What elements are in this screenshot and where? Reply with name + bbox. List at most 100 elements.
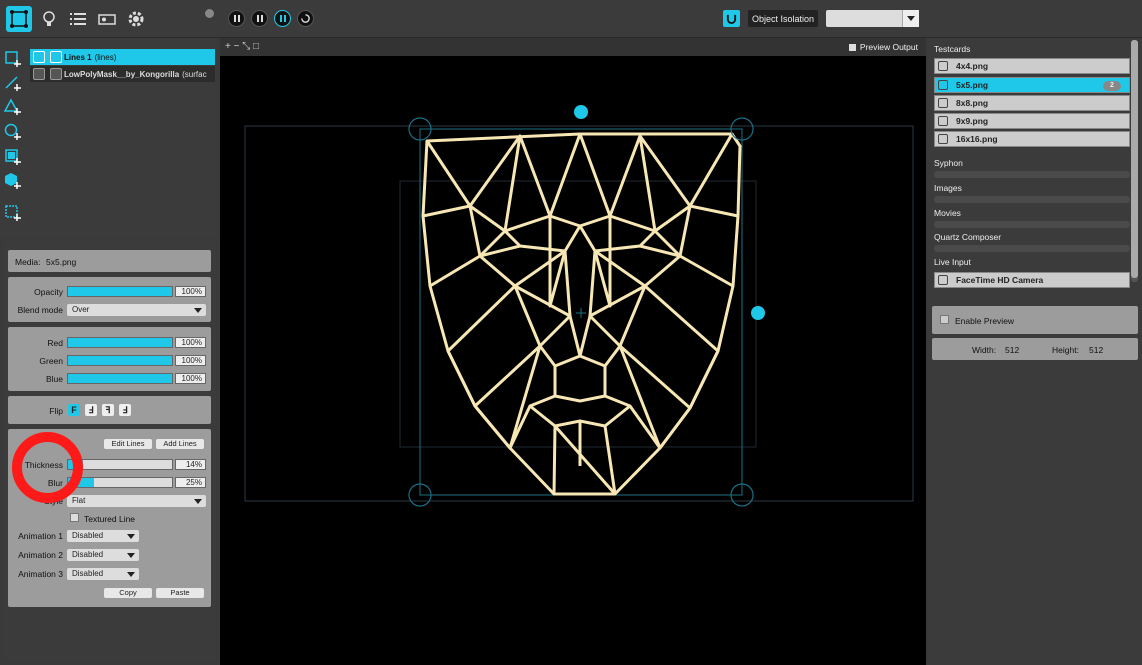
scrollbar[interactable] (1131, 40, 1138, 282)
enable-preview-checkbox[interactable] (940, 315, 949, 324)
layer-row[interactable]: LowPolyMask__by_Kongorilla (surfac (30, 66, 215, 82)
top-toolbar: Object Isolation (0, 0, 1142, 38)
testcard-item[interactable]: 16x16.png (934, 131, 1130, 147)
move-handle-icon (574, 105, 588, 119)
lightbulb-icon[interactable] (36, 6, 62, 32)
magnet-icon[interactable] (723, 10, 740, 27)
list-icon[interactable] (65, 6, 91, 32)
blur-slider[interactable] (67, 477, 173, 488)
add-mesh-icon[interactable] (4, 148, 22, 166)
rewind-button[interactable] (297, 10, 314, 27)
gear-icon[interactable] (123, 6, 149, 32)
pause-button-1[interactable] (228, 10, 245, 27)
object-select[interactable] (826, 10, 919, 27)
lock-icon[interactable] (50, 68, 62, 80)
scrollbar-thumb[interactable] (1131, 40, 1138, 278)
add-line-icon[interactable] (4, 74, 22, 92)
highlight-circle (12, 432, 83, 503)
add-lines-button[interactable]: Add Lines (156, 439, 204, 449)
red-label: Red (47, 338, 63, 348)
pause-button-active[interactable] (274, 10, 291, 27)
layer-row[interactable]: Lines 1 (lines) (30, 49, 215, 65)
image-icon (938, 98, 948, 108)
chevron-down-icon[interactable] (902, 10, 919, 27)
live-input-title: Live Input (934, 257, 971, 267)
animation-1-dropdown[interactable]: Disabled (67, 530, 139, 542)
height-label: Height: (1052, 345, 1079, 355)
chevron-down-icon (194, 308, 202, 313)
projector-icon[interactable] (94, 6, 120, 32)
style-dropdown[interactable]: Flat (67, 495, 206, 507)
textured-line-checkbox[interactable] (70, 513, 79, 522)
add-triangle-icon[interactable] (3, 98, 22, 116)
blend-mode-dropdown[interactable]: Over (67, 304, 206, 316)
green-slider[interactable] (67, 355, 173, 366)
animation-3-dropdown[interactable]: Disabled (67, 568, 139, 580)
red-slider[interactable] (67, 337, 173, 348)
blur-value[interactable]: 25% (175, 477, 206, 488)
green-slider-fill (68, 356, 172, 365)
chevron-down-icon (127, 572, 135, 577)
flip-horizontal-button[interactable]: Ⅎ (85, 404, 97, 416)
enable-preview-label: Enable Preview (955, 316, 1015, 326)
add-3d-object-icon[interactable] (4, 172, 22, 190)
images-title: Images (934, 183, 962, 193)
blue-value[interactable]: 100% (175, 373, 206, 384)
flip-none-button[interactable]: F (68, 404, 80, 416)
color-card: Red 100% Green 100% Blue 100% (8, 327, 211, 391)
red-value[interactable]: 100% (175, 337, 206, 348)
animation-2-dropdown[interactable]: Disabled (67, 549, 139, 561)
movies-title: Movies (934, 208, 961, 218)
live-input-item[interactable]: FaceTime HD Camera (934, 272, 1130, 288)
canvas-zoom-controls[interactable]: + − ⤡ □ (225, 41, 259, 52)
copy-button[interactable]: Copy (104, 588, 152, 598)
add-quad-icon[interactable] (4, 50, 22, 68)
flip-both-button[interactable]: Ⅎ (119, 404, 131, 416)
green-value[interactable]: 100% (175, 355, 206, 366)
testcard-item[interactable]: 5x5.png 2 (934, 77, 1130, 93)
add-circle-icon[interactable] (4, 123, 22, 141)
surface-tool-icon[interactable] (6, 6, 32, 32)
visibility-checkbox[interactable] (33, 68, 45, 80)
add-group-icon[interactable] (4, 204, 22, 222)
opacity-value[interactable]: 100% (175, 286, 206, 297)
lock-icon[interactable] (50, 51, 62, 63)
testcard-item[interactable]: 8x8.png (934, 95, 1130, 111)
images-list (934, 196, 1130, 203)
preview-card: Enable Preview (932, 306, 1138, 334)
media-value: 5x5.png (46, 257, 77, 267)
opacity-slider[interactable] (67, 286, 173, 297)
layer-name: Lines 1 (64, 52, 92, 62)
media-label: Media: (15, 257, 41, 267)
blue-slider[interactable] (67, 373, 173, 384)
width-label: Width: (972, 345, 997, 355)
paste-button[interactable]: Paste (156, 588, 204, 598)
testcard-item[interactable]: 9x9.png (934, 113, 1130, 129)
style-value: Flat (72, 496, 86, 505)
opacity-slider-fill (68, 287, 172, 296)
thickness-value[interactable]: 14% (175, 459, 206, 470)
object-isolation-button[interactable]: Object Isolation (748, 10, 818, 27)
flip-vertical-button[interactable]: ꟻ (102, 404, 114, 416)
animation-3-value: Disabled (72, 569, 104, 578)
animation-2-value: Disabled (72, 550, 104, 559)
layers-panel: Lines 1 (lines) LowPolyMask__by_Kongoril… (0, 38, 217, 238)
pause-button-2[interactable] (251, 10, 268, 27)
center-crosshair-icon (576, 308, 586, 318)
testcard-item[interactable]: 4x4.png (934, 58, 1130, 74)
preview-output-label: Preview Output (859, 42, 918, 52)
edit-lines-button[interactable]: Edit Lines (104, 439, 152, 449)
visibility-checkbox[interactable] (33, 51, 45, 63)
media-sources: Testcards 4x4.png 5x5.png 2 8x8.png 9x9.p… (928, 38, 1142, 296)
canvas-area[interactable]: + − ⤡ □ Preview Output (220, 38, 926, 665)
preview-output-toggle[interactable]: Preview Output (848, 42, 918, 52)
face-mesh-canvas[interactable] (220, 56, 926, 665)
flip-card: Flip F Ⅎ ꟻ Ⅎ (8, 396, 211, 424)
image-icon (938, 116, 948, 126)
inner-frame (399, 180, 757, 448)
syphon-list (934, 171, 1130, 178)
image-icon (938, 80, 948, 90)
height-value: 512 (1089, 345, 1104, 355)
collapse-toggle-icon[interactable] (205, 9, 214, 18)
preview-output-checkbox[interactable] (848, 43, 856, 51)
